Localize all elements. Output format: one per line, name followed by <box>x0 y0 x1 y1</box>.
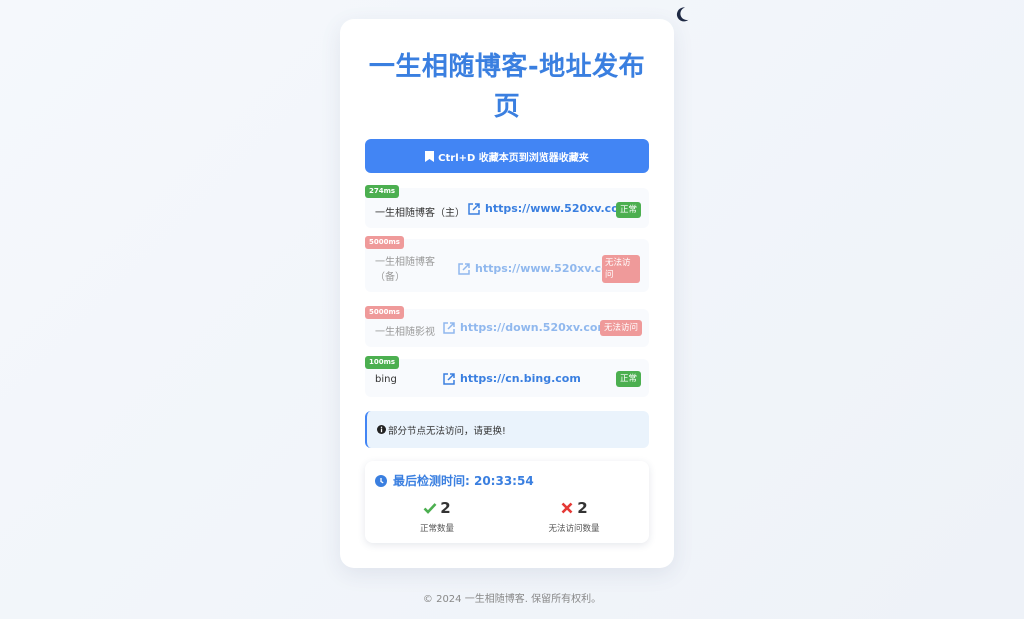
external-link-icon <box>443 321 455 334</box>
last-check-text: 最后检测时间: 20:33:54 <box>393 474 534 488</box>
footer: © 2024 一生相随博客. 保留所有权利。 <box>422 594 602 605</box>
external-link-icon <box>443 372 455 385</box>
site-link[interactable]: https://down.520xv.com <box>443 321 609 334</box>
site-name: bing <box>375 374 397 385</box>
ok-label: 正常数量 <box>419 524 454 534</box>
site-link[interactable]: https://www.520xv.com <box>468 202 630 215</box>
site-link[interactable]: https://cn.bing.com <box>443 372 581 385</box>
fail-label: 无法访问数量 <box>548 524 600 534</box>
latency-badge: 5000ms <box>365 306 404 319</box>
last-check: 最后检测时间: 20:33:54 <box>375 472 534 489</box>
page-title: 一生相随博客-地址发布页 <box>368 52 646 122</box>
stats-panel: 最后检测时间: 20:33:54 2 正常数量 2 无法访问数量 <box>365 461 649 543</box>
status-badge: 正常 <box>616 202 642 218</box>
alert-text: 部分节点无法访问，请更换! <box>388 425 506 437</box>
site-url: https://cn.bing.com <box>460 372 581 385</box>
cross-icon <box>561 502 573 514</box>
external-link-icon <box>468 202 480 215</box>
status-badge: 正常 <box>616 371 642 387</box>
bookmark-label: Ctrl+D 收藏本页到浏览器收藏夹 <box>438 152 589 164</box>
site-row: 274ms 一生相随博客（主） https://www.520xv.com 正常 <box>365 185 649 228</box>
site-name: 一生相随影视 <box>375 327 435 338</box>
alert-box: 部分节点无法访问，请更换! <box>365 411 649 448</box>
ok-count: 2 <box>440 499 451 517</box>
site-row: 5000ms 一生相随博客（备） https://www.520xv.com 无… <box>365 236 649 292</box>
bookmark-icon <box>425 150 435 162</box>
site-name: 一生相随博客（备） <box>375 257 435 283</box>
main-card: 一生相随博客-地址发布页 Ctrl+D 收藏本页到浏览器收藏夹 274ms 一生… <box>340 19 674 568</box>
site-url: https://down.520xv.com <box>460 321 609 334</box>
site-row: 5000ms 一生相随影视 https://down.520xv.com 无法访… <box>365 306 649 347</box>
ok-stat: 2 正常数量 <box>387 499 487 534</box>
bookmark-button[interactable]: Ctrl+D 收藏本页到浏览器收藏夹 <box>365 139 649 173</box>
latency-badge: 5000ms <box>365 236 404 249</box>
latency-badge: 274ms <box>365 185 400 198</box>
theme-toggle-button[interactable] <box>672 4 692 24</box>
status-badge: 无法访问 <box>600 320 643 336</box>
info-icon <box>377 425 386 434</box>
site-name: 一生相随博客（主） <box>375 208 465 219</box>
site-url: https://www.520xv.com <box>485 202 631 215</box>
external-link-icon <box>458 262 470 275</box>
fail-count: 2 <box>577 499 588 517</box>
latency-badge: 100ms <box>365 356 400 369</box>
clock-icon <box>375 474 387 487</box>
site-url: https://www.520xv.com <box>475 262 621 275</box>
site-row: 100ms bing https://cn.bing.com 正常 <box>365 356 649 397</box>
moon-icon <box>676 7 689 22</box>
fail-stat: 2 无法访问数量 <box>524 499 624 534</box>
check-icon <box>423 503 437 514</box>
site-link[interactable]: https://www.520xv.com <box>458 262 620 275</box>
status-badge: 无法访问 <box>602 255 640 283</box>
